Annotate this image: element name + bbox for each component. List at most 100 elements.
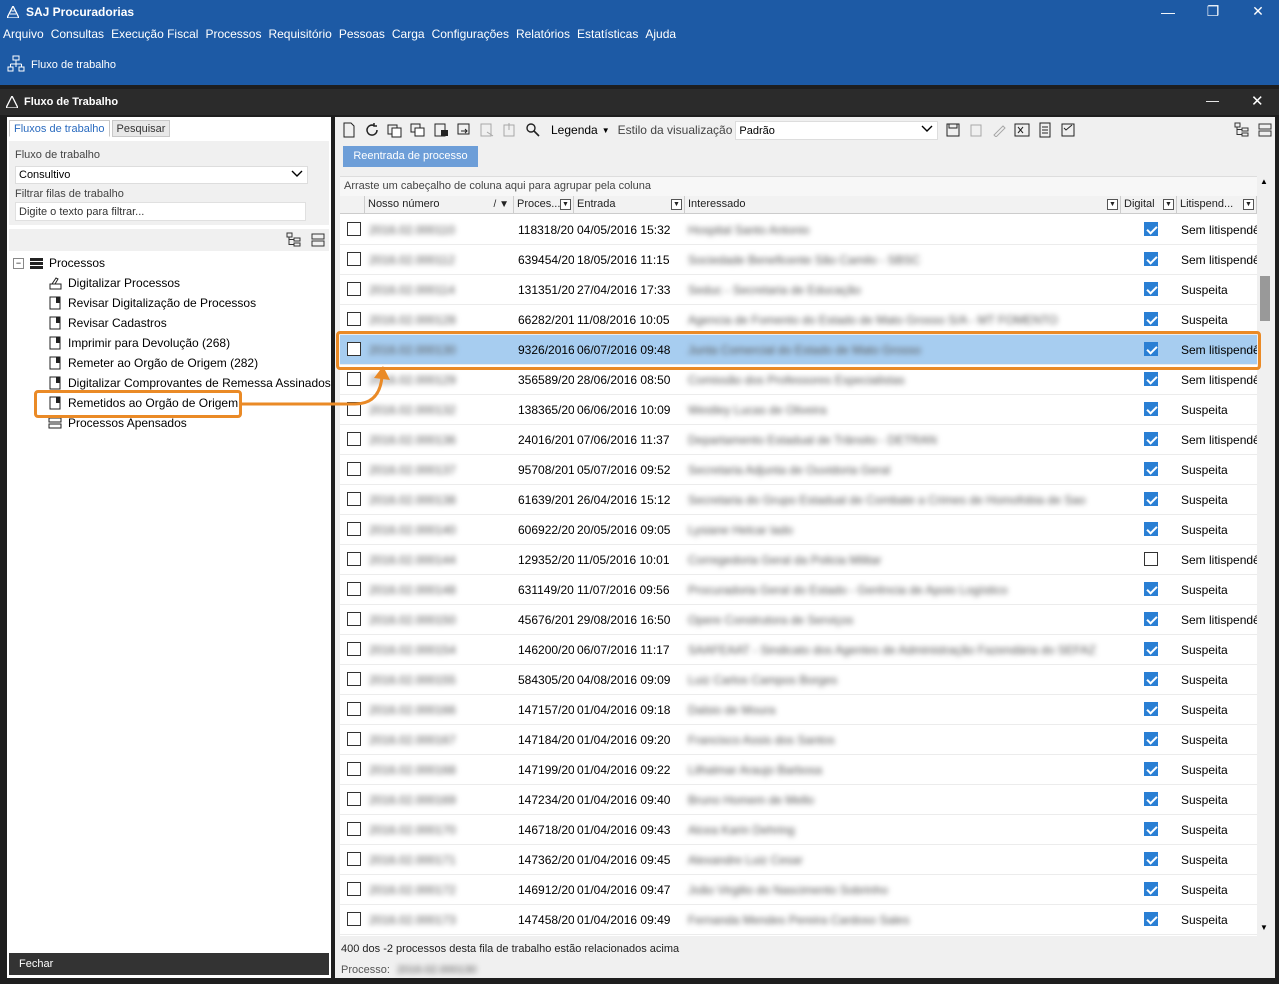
refresh-icon[interactable] [363, 121, 381, 139]
scroll-down-icon[interactable]: ▼ [1260, 923, 1268, 932]
menu-processos[interactable]: Processos [205, 27, 261, 41]
cell-digital-checkbox[interactable] [1144, 672, 1158, 686]
table-row[interactable]: 2016.02.000136 24016/201607/06/2016 11:37… [340, 425, 1257, 455]
tree-expand-icon[interactable] [286, 232, 302, 251]
row-select-checkbox[interactable] [347, 552, 361, 566]
header-interessado[interactable]: Interessado ▼ [685, 196, 1121, 214]
legend-dropdown-icon[interactable]: ▼ [602, 126, 610, 135]
cell-digital-checkbox[interactable] [1144, 702, 1158, 716]
table-row[interactable]: 2016.02.000167 147184/201601/04/2016 09:2… [340, 725, 1257, 755]
row-select-checkbox[interactable] [347, 582, 361, 596]
menu-configuracoes[interactable]: Configurações [432, 27, 509, 41]
table-row[interactable]: 2016.02.000144 129352/201611/05/2016 10:0… [340, 545, 1257, 575]
cell-digital-checkbox[interactable] [1144, 372, 1158, 386]
tree-collapse-icon[interactable] [1257, 122, 1273, 141]
tab-fluxos-de-trabalho[interactable]: Fluxos de trabalho [9, 120, 110, 137]
row-select-checkbox[interactable] [347, 312, 361, 326]
cell-digital-checkbox[interactable] [1144, 882, 1158, 896]
row-select-checkbox[interactable] [347, 882, 361, 896]
row-select-checkbox[interactable] [347, 642, 361, 656]
header-entrada[interactable]: Entrada ▼ [574, 196, 685, 214]
menu-consultas[interactable]: Consultas [51, 27, 104, 41]
cell-digital-checkbox[interactable] [1144, 732, 1158, 746]
row-select-checkbox[interactable] [347, 432, 361, 446]
menu-pessoas[interactable]: Pessoas [339, 27, 385, 41]
cell-digital-checkbox[interactable] [1144, 522, 1158, 536]
scroll-up-icon[interactable]: ▲ [1260, 177, 1268, 186]
table-row[interactable]: 2016.02.000137 95708/201605/07/2016 09:52… [340, 455, 1257, 485]
row-select-checkbox[interactable] [347, 702, 361, 716]
table-row[interactable]: 2016.02.000150 45676/201629/08/2016 16:50… [340, 605, 1257, 635]
row-select-checkbox[interactable] [347, 222, 361, 236]
filter-dropdown-icon[interactable]: ▼ [1163, 199, 1174, 210]
sort-icon[interactable]: / ▼ [494, 196, 509, 213]
cell-digital-checkbox[interactable] [1144, 462, 1158, 476]
table-row[interactable]: 2016.02.000171 147362/201601/04/2016 09:4… [340, 845, 1257, 875]
table-row[interactable]: 2016.02.000173 147458/201601/04/2016 09:4… [340, 905, 1257, 935]
header-nosso-numero[interactable]: Nosso número / ▼ [365, 196, 514, 214]
header-litispendencia[interactable]: Litispend... ▼ [1177, 196, 1257, 214]
cell-digital-checkbox[interactable] [1144, 762, 1158, 776]
checklist-icon[interactable] [1059, 121, 1077, 139]
filter-dropdown-icon[interactable]: ▼ [671, 199, 682, 210]
row-select-checkbox[interactable] [347, 492, 361, 506]
tree-collapse-icon[interactable] [310, 232, 326, 251]
row-select-checkbox[interactable] [347, 462, 361, 476]
table-row[interactable]: 2016.02.000170 146718/201601/04/2016 09:4… [340, 815, 1257, 845]
table-row[interactable]: 2016.02.000155 584305/201604/08/2016 09:0… [340, 665, 1257, 695]
cell-digital-checkbox[interactable] [1144, 582, 1158, 596]
export-excel-icon[interactable] [1013, 121, 1031, 139]
workflow-shortcut-label[interactable]: Fluxo de trabalho [31, 59, 116, 71]
row-select-checkbox[interactable] [347, 252, 361, 266]
cell-digital-checkbox[interactable] [1144, 552, 1158, 566]
menu-estatisticas[interactable]: Estatísticas [577, 27, 638, 41]
tree-item-remeter-orgao[interactable]: Remeter ao Orgão de Origem (282) [48, 354, 258, 372]
row-select-checkbox[interactable] [347, 822, 361, 836]
cell-digital-checkbox[interactable] [1144, 852, 1158, 866]
chevron-down-icon[interactable] [921, 123, 933, 141]
row-select-checkbox[interactable] [347, 672, 361, 686]
view-style-select[interactable]: Padrão [735, 120, 939, 141]
vertical-scrollbar[interactable]: ▲ ▼ [1257, 176, 1273, 936]
close-icon[interactable]: ✕ [1238, 0, 1278, 23]
menu-arquivo[interactable]: Arquivo [3, 27, 44, 41]
filter-dropdown-icon[interactable]: ▼ [1107, 199, 1118, 210]
settings-search-icon[interactable] [524, 121, 542, 139]
menu-relatorios[interactable]: Relatórios [516, 27, 570, 41]
cell-digital-checkbox[interactable] [1144, 492, 1158, 506]
scrollbar-thumb[interactable] [1260, 276, 1270, 321]
table-row[interactable]: 2016.02.000110 118318/201604/05/2016 15:3… [340, 215, 1257, 245]
menu-execucao-fiscal[interactable]: Execução Fiscal [111, 27, 198, 41]
table-row[interactable]: 2016.02.000148 631149/201611/07/2016 09:5… [340, 575, 1257, 605]
cell-digital-checkbox[interactable] [1144, 822, 1158, 836]
collapse-icon[interactable]: − [13, 257, 24, 269]
table-row[interactable]: 2016.02.000138 61639/201626/04/2016 15:12… [340, 485, 1257, 515]
tree-item-revisar-digitalizacao[interactable]: Revisar Digitalização de Processos [48, 294, 256, 312]
cell-digital-checkbox[interactable] [1144, 432, 1158, 446]
flow-select[interactable]: Consultivo [15, 166, 308, 184]
reentrada-button[interactable]: Reentrada de processo [343, 146, 478, 167]
windows-icon[interactable] [409, 121, 427, 139]
tree-expand-icon[interactable] [1234, 122, 1250, 141]
table-row[interactable]: 2016.02.000168 147199/201601/04/2016 09:2… [340, 755, 1257, 785]
cell-digital-checkbox[interactable] [1144, 282, 1158, 296]
menu-ajuda[interactable]: Ajuda [645, 27, 676, 41]
table-row[interactable]: 2016.02.000140 606922/201620/05/2016 09:0… [340, 515, 1257, 545]
row-select-checkbox[interactable] [347, 732, 361, 746]
filter-dropdown-icon[interactable]: ▼ [1243, 199, 1254, 210]
row-select-checkbox[interactable] [347, 912, 361, 926]
cell-digital-checkbox[interactable] [1144, 612, 1158, 626]
table-row[interactable]: 2016.02.000132138365/201606/06/2016 10:0… [340, 395, 1257, 425]
tree-root-processos[interactable]: − Processos [13, 254, 105, 272]
table-row[interactable]: 2016.02.000154 146200/201606/07/2016 11:1… [340, 635, 1257, 665]
cell-digital-checkbox[interactable] [1144, 642, 1158, 656]
restore-icon[interactable]: ❐ [1193, 0, 1233, 23]
lock-document-icon[interactable] [432, 121, 450, 139]
cell-digital-checkbox[interactable] [1144, 222, 1158, 236]
menu-requisitorio[interactable]: Requisitório [268, 27, 331, 41]
filter-input[interactable]: Digite o texto para filtrar... [15, 202, 306, 221]
cell-digital-checkbox[interactable] [1144, 312, 1158, 326]
cell-digital-checkbox[interactable] [1144, 252, 1158, 266]
table-row[interactable]: 2016.02.000169 147234/201601/04/2016 09:4… [340, 785, 1257, 815]
tree-item-imprimir-devolucao[interactable]: Imprimir para Devolução (268) [48, 334, 230, 352]
